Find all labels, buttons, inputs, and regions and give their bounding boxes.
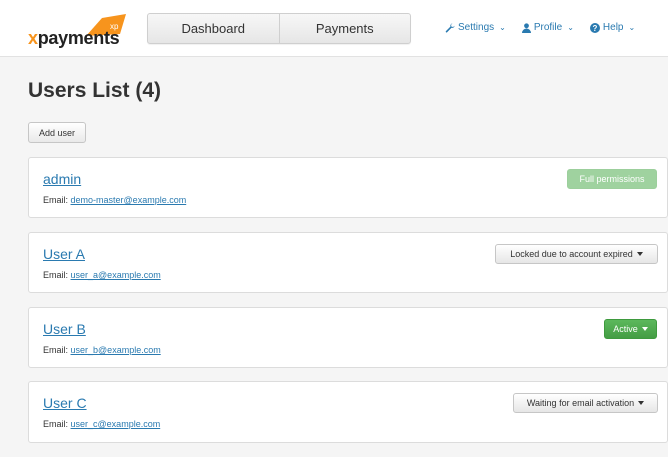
status-label: Locked due to account expired bbox=[510, 249, 633, 259]
top-header: xp xpayments Dashboard Payments Settings… bbox=[0, 0, 668, 57]
user-card-admin: admin Email: demo-master@example.com Ful… bbox=[28, 157, 668, 218]
wrench-icon bbox=[445, 23, 455, 32]
user-card-user-b: User B Email: user_b@example.com Active bbox=[28, 307, 668, 368]
user-email-row: Email: user_b@example.com bbox=[43, 345, 161, 355]
email-label: Email: bbox=[43, 345, 69, 355]
main-nav: Dashboard Payments bbox=[147, 13, 411, 44]
question-circle-icon: ? bbox=[589, 22, 600, 33]
page-title: Users List (4) bbox=[28, 79, 162, 102]
email-label: Email: bbox=[43, 270, 69, 280]
settings-menu[interactable]: Settings ⌄ bbox=[445, 22, 506, 33]
status-dropdown[interactable]: Locked due to account expired bbox=[495, 244, 658, 264]
chevron-down-icon: ⌄ bbox=[628, 23, 636, 32]
user-email-link[interactable]: user_a@example.com bbox=[71, 270, 161, 280]
add-user-button[interactable]: Add user bbox=[28, 122, 86, 143]
status-dropdown[interactable]: Waiting for email activation bbox=[513, 393, 658, 413]
chevron-down-icon: ⌄ bbox=[567, 23, 574, 32]
caret-down-icon bbox=[636, 252, 643, 256]
email-label: Email: bbox=[43, 195, 69, 205]
user-email-row: Email: demo-master@example.com bbox=[43, 195, 186, 205]
xpayments-logo[interactable]: xp xpayments bbox=[28, 14, 126, 48]
status-badge: Full permissions bbox=[567, 169, 657, 189]
settings-label: Settings bbox=[458, 22, 495, 33]
user-card-user-a: User A Email: user_a@example.com Locked … bbox=[28, 232, 668, 293]
top-links: Settings ⌄ Profile ⌄ ? Help ⌄ bbox=[445, 22, 635, 33]
status-label: Full permissions bbox=[579, 174, 645, 184]
caret-down-icon bbox=[638, 401, 645, 405]
user-name-link[interactable]: User C bbox=[43, 395, 87, 411]
user-email-row: Email: user_a@example.com bbox=[43, 270, 161, 280]
caret-down-icon bbox=[641, 327, 648, 331]
status-dropdown[interactable]: Active bbox=[604, 319, 657, 339]
email-label: Email: bbox=[43, 419, 69, 429]
profile-label: Profile bbox=[533, 22, 563, 33]
svg-text:?: ? bbox=[592, 24, 597, 33]
user-email-link[interactable]: user_c@example.com bbox=[71, 419, 161, 429]
user-name-link[interactable]: admin bbox=[43, 171, 81, 187]
user-name-link[interactable]: User B bbox=[43, 321, 86, 337]
status-label: Active bbox=[613, 324, 638, 334]
user-card-user-c: User C Email: user_c@example.com Waiting… bbox=[28, 381, 668, 443]
logo-wordmark: xpayments bbox=[28, 28, 120, 48]
tab-payments[interactable]: Payments bbox=[278, 14, 411, 43]
user-email-link[interactable]: user_b@example.com bbox=[71, 345, 161, 355]
chevron-down-icon: ⌄ bbox=[499, 23, 506, 32]
tab-dashboard[interactable]: Dashboard bbox=[148, 14, 279, 43]
status-label: Waiting for email activation bbox=[526, 398, 635, 408]
user-icon bbox=[521, 22, 531, 33]
help-label: Help bbox=[602, 22, 624, 33]
help-menu[interactable]: ? Help ⌄ bbox=[589, 22, 636, 33]
user-name-link[interactable]: User A bbox=[43, 246, 85, 262]
user-email-row: Email: user_c@example.com bbox=[43, 419, 160, 429]
profile-menu[interactable]: Profile ⌄ bbox=[521, 22, 574, 33]
user-email-link[interactable]: demo-master@example.com bbox=[71, 195, 187, 205]
